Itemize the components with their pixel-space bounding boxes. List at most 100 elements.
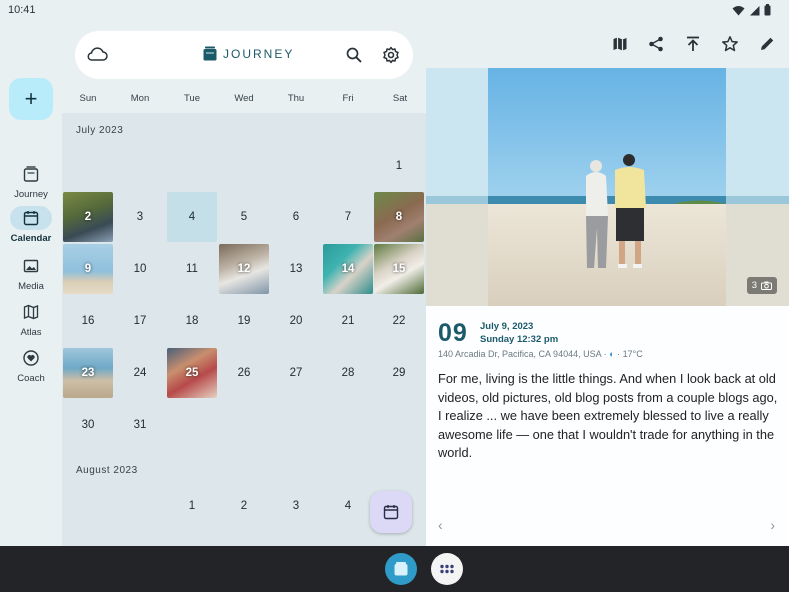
edit-icon[interactable] — [756, 33, 778, 55]
entry-weekday-time: Sunday 12:32 pm — [480, 334, 559, 345]
coach-icon — [10, 346, 52, 370]
calendar-day-with-photo[interactable]: 9 — [63, 244, 113, 294]
nav-label-coach: Coach — [17, 373, 45, 384]
calendar-day-with-photo[interactable]: 14 — [323, 244, 373, 294]
weekday-header: Sun Mon Tue Wed Thu Fri Sat — [62, 93, 426, 107]
journey-app-icon[interactable] — [385, 553, 417, 585]
calendar-day[interactable]: 26 — [219, 348, 269, 398]
calendar-day[interactable]: 24 — [115, 348, 165, 398]
share-icon[interactable] — [645, 33, 667, 55]
photo-count: 3 — [751, 280, 757, 291]
calendar-day[interactable]: 3 — [271, 481, 321, 531]
next-entry-chevron-icon[interactable]: › — [770, 517, 775, 533]
calendar-day[interactable]: 1 — [374, 141, 424, 191]
calendar-icon — [383, 505, 399, 520]
calendar-icon — [10, 206, 52, 230]
app-drawer-icon[interactable] — [431, 553, 463, 585]
map-icon[interactable] — [609, 33, 631, 55]
calendar-day[interactable]: 5 — [219, 192, 269, 242]
calendar-day-with-photo[interactable]: 25 — [167, 348, 217, 398]
month-label-august: August 2023 — [76, 465, 138, 476]
entry-toolbar — [426, 22, 789, 68]
calendar-day[interactable]: 16 — [63, 296, 113, 346]
add-entry-button[interactable]: + — [9, 78, 53, 120]
calendar-day[interactable]: 22 — [374, 296, 424, 346]
calendar-day[interactable]: 6 — [271, 192, 321, 242]
weekday-label: Sat — [392, 93, 408, 104]
nav-label-atlas: Atlas — [20, 327, 42, 338]
calendar-day[interactable]: 31 — [115, 400, 165, 450]
battery-icon — [764, 4, 771, 16]
calendar-day[interactable]: 18 — [167, 296, 217, 346]
nav-item-coach[interactable]: Coach — [0, 346, 62, 384]
calendar-day[interactable]: 1 — [167, 481, 217, 531]
signal-icon — [750, 5, 760, 15]
status-bar: 10:41 — [0, 0, 789, 22]
entry-full-date: July 9, 2023 — [480, 321, 534, 332]
calendar-day[interactable]: 2 — [219, 481, 269, 531]
move-to-top-icon[interactable] — [682, 33, 704, 55]
entry-day-number: 09 — [438, 319, 468, 347]
search-icon[interactable] — [345, 46, 363, 69]
calendar-day[interactable]: 30 — [63, 400, 113, 450]
previous-entry-chevron-icon[interactable]: ‹ — [438, 517, 443, 533]
calendar-day[interactable]: 10 — [115, 244, 165, 294]
calendar-day-with-photo[interactable]: 8 — [374, 192, 424, 242]
entry-hero-photo[interactable]: 3 — [426, 68, 789, 306]
media-icon — [10, 254, 52, 278]
calendar-day[interactable]: 17 — [115, 296, 165, 346]
month-label-july: July 2023 — [76, 125, 124, 136]
calendar-day[interactable]: 21 — [323, 296, 373, 346]
calendar-day[interactable]: 7 — [323, 192, 373, 242]
photo-count-badge: 3 — [746, 277, 777, 294]
star-icon[interactable] — [719, 33, 741, 55]
calendar-day[interactable]: 11 — [167, 244, 217, 294]
calendar-day-with-photo[interactable]: 2 — [63, 192, 113, 242]
entry-date: July 9, 2023 Sunday 12:32 pm — [480, 320, 558, 346]
app-brand: JOURNEY — [203, 46, 294, 61]
calendar-day-with-photo[interactable]: 23 — [63, 348, 113, 398]
weekday-label: Thu — [287, 93, 305, 104]
calendar-day[interactable]: 29 — [374, 348, 424, 398]
journey-icon — [10, 162, 52, 186]
nav-item-atlas[interactable]: Atlas — [0, 300, 62, 338]
nav-label-journey: Journey — [14, 189, 48, 200]
cloud-sync-icon[interactable] — [86, 45, 108, 68]
top-app-bar: JOURNEY — [75, 31, 413, 79]
weekday-label: Sun — [79, 93, 97, 104]
weather-icon: ◐ — [609, 349, 615, 359]
weekday-label: Fri — [342, 93, 354, 104]
entry-body-text[interactable]: For me, living is the little things. And… — [438, 370, 778, 463]
calendar-day[interactable]: 3 — [115, 192, 165, 242]
status-time: 10:41 — [8, 4, 36, 16]
navigation-rail: + Journey Calendar Media Atlas Coach — [0, 22, 62, 546]
nav-item-media[interactable]: Media — [0, 254, 62, 292]
calendar-grid: July 2023 1 2 3 4 5 6 7 8 9 10 11 12 13 … — [62, 113, 426, 546]
entry-location[interactable]: 140 Arcadia Dr, Pacifica, CA 94044, USA — [438, 349, 601, 359]
nav-item-journey[interactable]: Journey — [0, 162, 62, 200]
plus-icon: + — [24, 86, 38, 111]
wifi-icon — [732, 5, 745, 15]
weekday-label: Tue — [183, 93, 201, 104]
jump-to-date-button[interactable] — [370, 491, 412, 533]
system-taskbar — [0, 546, 789, 592]
nav-item-calendar[interactable]: Calendar — [0, 206, 62, 244]
weekday-label: Wed — [234, 93, 254, 104]
calendar-day-with-photo[interactable]: 15 — [374, 244, 424, 294]
calendar-day[interactable]: 28 — [323, 348, 373, 398]
entry-location-line: 140 Arcadia Dr, Pacifica, CA 94044, USA … — [438, 349, 643, 359]
calendar-day-with-photo[interactable]: 12 — [219, 244, 269, 294]
calendar-day[interactable]: 19 — [219, 296, 269, 346]
calendar-day[interactable]: 13 — [271, 244, 321, 294]
journey-logo-icon — [203, 46, 217, 61]
nav-label-calendar: Calendar — [10, 233, 52, 244]
weekday-label: Mon — [130, 93, 150, 104]
calendar-day[interactable]: 27 — [271, 348, 321, 398]
entry-detail-pane: 3 09 July 9, 2023 Sunday 12:32 pm 140 Ar… — [426, 68, 789, 546]
brand-name: JOURNEY — [223, 46, 295, 61]
calendar-day-today[interactable]: 4 — [167, 192, 217, 242]
calendar-day[interactable]: 4 — [323, 481, 373, 531]
calendar-day[interactable]: 20 — [271, 296, 321, 346]
nav-label-media: Media — [18, 281, 44, 292]
gear-icon[interactable] — [382, 46, 400, 69]
